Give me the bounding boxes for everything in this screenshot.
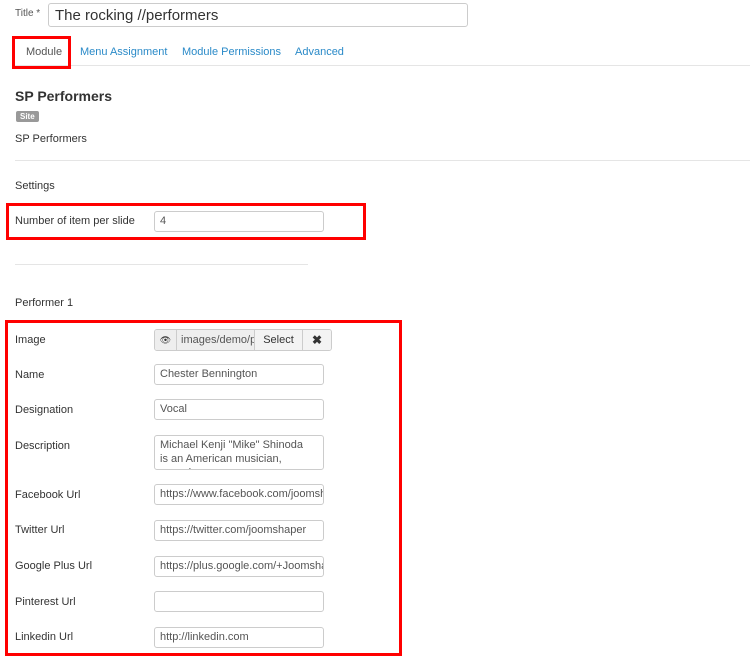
highlight-box — [6, 203, 366, 240]
title-label: Title * — [15, 8, 41, 19]
tab-advanced[interactable]: Advanced — [295, 46, 344, 58]
performer-heading: Performer 1 — [15, 297, 74, 309]
tab-menu-assignment[interactable]: Menu Assignment — [80, 46, 167, 58]
settings-heading: Settings — [15, 180, 55, 192]
highlight-box — [12, 36, 71, 69]
module-description: SP Performers — [15, 133, 87, 145]
tab-module-permissions[interactable]: Module Permissions — [182, 46, 281, 58]
site-badge: Site — [16, 111, 39, 122]
highlight-box — [5, 320, 402, 656]
module-heading: SP Performers — [15, 88, 113, 104]
title-input[interactable]: The rocking //performers — [48, 3, 468, 27]
